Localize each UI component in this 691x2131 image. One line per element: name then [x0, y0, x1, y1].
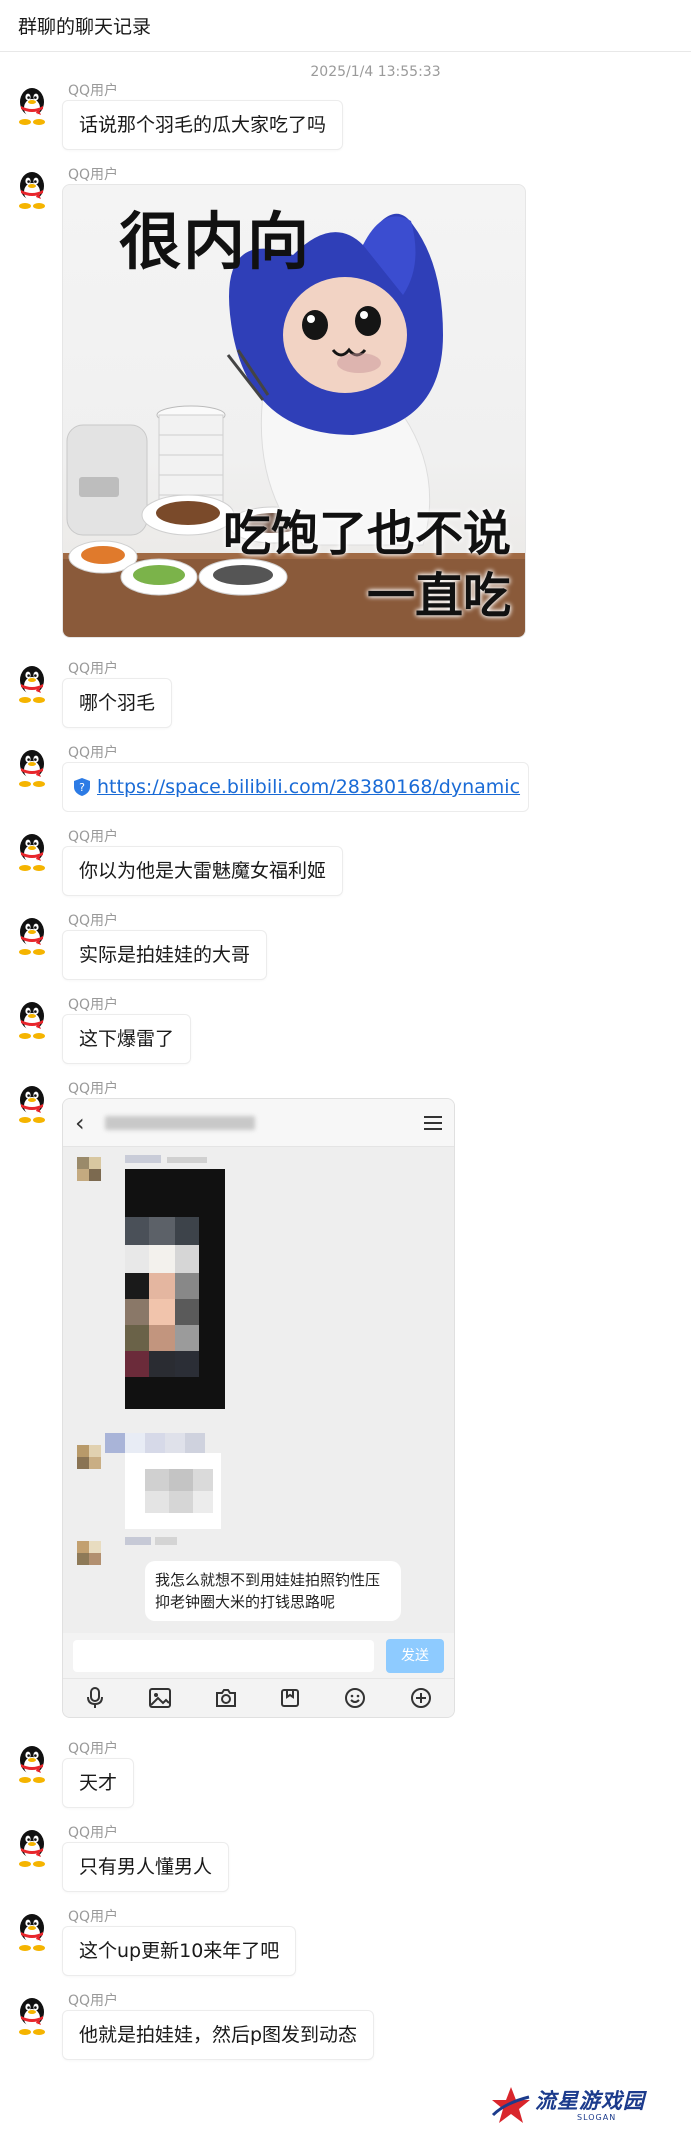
chat-message: QQ用户 ‹ 我怎么就想不到用娃娃拍照钓性压抑老钟圈大米的打钱思路呢 发送: [0, 1080, 691, 1718]
sender-name: QQ用户: [68, 913, 119, 929]
chat-message: QQ用户 实际是拍娃娃的大哥: [0, 912, 691, 980]
message-bubble[interactable]: 话说那个羽毛的瓜大家吃了吗: [62, 100, 344, 150]
meme-caption-line: 吃饱了也不说: [222, 506, 511, 562]
sender-name: QQ用户: [68, 829, 119, 845]
sender-name: QQ用户: [68, 1909, 119, 1925]
mic-icon: [86, 1687, 103, 1708]
screenshot-toolbar: [63, 1678, 454, 1717]
sender-name: QQ用户: [68, 997, 119, 1013]
watermark-logo: 流星游戏园 SLOGAN: [491, 2081, 671, 2127]
qq-penguin-avatar-icon[interactable]: [14, 170, 50, 210]
qq-penguin-avatar-icon[interactable]: [14, 916, 50, 956]
message-timestamp: 2025/1/4 13:55:33: [310, 64, 441, 80]
svg-text:?: ?: [79, 781, 85, 794]
message-link[interactable]: https://space.bilibili.com/28380168/dyna…: [97, 776, 520, 798]
sender-name: QQ用户: [68, 1825, 119, 1841]
chat-message: QQ用户 话说那个羽毛的瓜大家吃了吗: [0, 82, 691, 150]
plus-icon: [411, 1688, 432, 1708]
chat-message: QQ用户 只有男人懂男人: [0, 1824, 691, 1892]
chat-message: QQ用户 天才: [0, 1740, 691, 1808]
meme-caption-top: 很内向: [119, 205, 312, 278]
screenshot-image[interactable]: ‹ 我怎么就想不到用娃娃拍照钓性压抑老钟圈大米的打钱思路呢 发送: [62, 1098, 455, 1718]
chat-message: QQ用户 他就是拍娃娃，然后p图发到动态: [0, 1992, 691, 2060]
link-message-bubble[interactable]: ? https://space.bilibili.com/28380168/dy…: [62, 762, 530, 812]
screenshot-input-field: [73, 1640, 374, 1672]
qq-penguin-avatar-icon[interactable]: [14, 748, 50, 788]
meme-caption-line: 一直吃: [366, 568, 511, 624]
message-bubble[interactable]: 天才: [62, 1758, 135, 1808]
qq-penguin-avatar-icon[interactable]: [14, 1000, 50, 1040]
chat-message: QQ用户 很内向 吃饱了也不说 一直吃: [0, 166, 691, 638]
screenshot-send-button: 发送: [386, 1639, 444, 1673]
watermark-slogan: SLOGAN: [577, 2113, 617, 2122]
meme-caption-bottom: 吃饱了也不说 一直吃: [223, 503, 511, 627]
sender-name: QQ用户: [68, 1993, 119, 2009]
sender-name: QQ用户: [68, 167, 119, 183]
bookmark-icon: [281, 1689, 300, 1707]
pixelated-content: [77, 1155, 225, 1565]
message-bubble[interactable]: 你以为他是大雷魅魔女福利姬: [62, 846, 344, 896]
message-bubble[interactable]: 实际是拍娃娃的大哥: [62, 930, 268, 980]
chat-message: QQ用户 这个up更新10来年了吧: [0, 1908, 691, 1976]
qq-penguin-avatar-icon[interactable]: [14, 832, 50, 872]
sender-name: QQ用户: [68, 745, 119, 761]
sender-name: QQ用户: [68, 661, 119, 677]
qq-penguin-avatar-icon[interactable]: [14, 86, 50, 126]
screenshot-input-row: 发送: [63, 1633, 454, 1679]
star-logo-icon: [491, 2087, 530, 2123]
message-bubble[interactable]: 他就是拍娃娃，然后p图发到动态: [62, 2010, 375, 2060]
chat-message: QQ用户 这下爆雷了: [0, 996, 691, 1064]
back-chevron-icon: ‹: [75, 1108, 85, 1137]
chat-message: QQ用户 ? https://space.bilibili.com/283801…: [0, 744, 691, 812]
chat-message: QQ用户 你以为他是大雷魅魔女福利姬: [0, 828, 691, 896]
sender-name: QQ用户: [68, 83, 119, 99]
chat-message: QQ用户 哪个羽毛: [0, 660, 691, 728]
screenshot-topbar: ‹: [63, 1099, 454, 1147]
chat-header: 群聊的聊天记录: [0, 0, 691, 52]
message-bubble[interactable]: 只有男人懂男人: [62, 1842, 230, 1892]
qq-penguin-avatar-icon[interactable]: [14, 1996, 50, 2036]
emoji-icon: [345, 1688, 366, 1708]
message-bubble[interactable]: 哪个羽毛: [62, 678, 173, 728]
screenshot-chat-bubble: 我怎么就想不到用娃娃拍照钓性压抑老钟圈大米的打钱思路呢: [145, 1561, 401, 1621]
sender-name: QQ用户: [68, 1081, 119, 1097]
message-bubble[interactable]: 这下爆雷了: [62, 1014, 192, 1064]
blurred-title: [105, 1115, 255, 1130]
qq-penguin-avatar-icon[interactable]: [14, 1084, 50, 1124]
menu-icon: [424, 1115, 442, 1130]
qq-penguin-avatar-icon[interactable]: [14, 1744, 50, 1784]
message-bubble[interactable]: 这个up更新10来年了吧: [62, 1926, 297, 1976]
sender-name: QQ用户: [68, 1741, 119, 1757]
watermark-name: 流星游戏园: [535, 2089, 645, 2113]
qq-penguin-avatar-icon[interactable]: [14, 664, 50, 704]
qq-penguin-avatar-icon[interactable]: [14, 1828, 50, 1868]
image-icon: [148, 1688, 171, 1708]
qq-penguin-avatar-icon[interactable]: [14, 1912, 50, 1952]
meme-image[interactable]: 很内向 吃饱了也不说 一直吃: [62, 184, 526, 638]
camera-icon: [215, 1689, 236, 1707]
link-shield-icon: ?: [74, 778, 90, 796]
page-title: 群聊的聊天记录: [18, 16, 152, 38]
